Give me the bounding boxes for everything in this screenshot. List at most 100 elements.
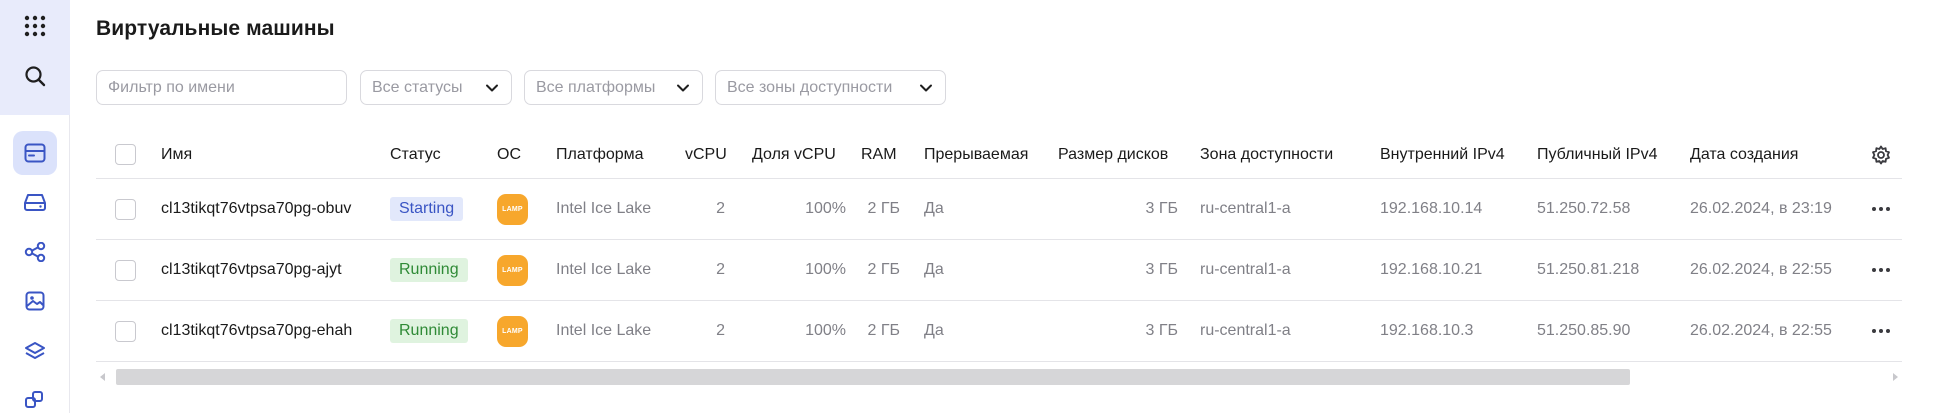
status-badge: Running xyxy=(390,258,468,282)
app-root: Виртуальные машины Все статусы Все платф… xyxy=(0,0,1936,413)
disk-icon xyxy=(24,194,46,211)
created-cell: 26.02.2024, в 22:55 xyxy=(1690,261,1832,278)
ram-cell: 2 ГБ xyxy=(867,261,900,278)
platform-filter-value: Все платформы xyxy=(536,78,656,96)
select-all-cell xyxy=(115,131,136,178)
gear-icon xyxy=(1872,145,1890,164)
zone-cell: ru-central1-a xyxy=(1200,200,1291,217)
col-header-internal-ip[interactable]: Внутренний IPv4 xyxy=(1380,131,1505,178)
chevron-down-icon xyxy=(677,84,689,92)
vm-name[interactable]: cl13tikqt76vtpsa70pg-obuv xyxy=(161,179,351,239)
apps-grid-button[interactable] xyxy=(13,4,57,48)
vcpu-share-cell: 100% xyxy=(805,322,846,339)
status-cell: Running xyxy=(390,240,468,300)
row-checkbox[interactable] xyxy=(115,259,136,281)
internal-ip-cell: 192.168.10.21 xyxy=(1380,261,1483,278)
lamp-icon: LAMP xyxy=(497,193,528,225)
table-row[interactable]: cl13tikqt76vtpsa70pg-obuv Starting LAMP … xyxy=(96,179,1902,240)
col-header-disk-size[interactable]: Размер дисков xyxy=(1058,131,1168,178)
name-filter-input[interactable] xyxy=(96,70,347,105)
row-select-cell xyxy=(115,179,136,239)
ram-cell: 2 ГБ xyxy=(867,322,900,339)
preemptible-cell: Да xyxy=(924,322,944,339)
main-content: Виртуальные машины Все статусы Все платф… xyxy=(96,0,1936,413)
platform-cell: Intel Ice Lake xyxy=(556,200,652,217)
preemptible-cell: Да xyxy=(924,200,944,217)
status-cell: Starting xyxy=(390,179,464,239)
zone-cell: ru-central1-a xyxy=(1200,261,1291,278)
created-cell: 26.02.2024, в 23:19 xyxy=(1690,200,1832,217)
vm-name[interactable]: cl13tikqt76vtpsa70pg-ehah xyxy=(161,301,352,361)
public-ip-cell: 51.250.81.218 xyxy=(1537,261,1640,278)
zone-filter-value: Все зоны доступности xyxy=(727,78,893,96)
public-ip-cell: 51.250.85.90 xyxy=(1537,322,1631,339)
rail-item-cubes[interactable] xyxy=(13,378,57,413)
col-header-name[interactable]: Имя xyxy=(161,131,192,178)
search-button[interactable] xyxy=(13,54,57,98)
platform-cell: Intel Ice Lake xyxy=(556,322,652,339)
select-all-checkbox[interactable] xyxy=(115,144,136,165)
col-header-created[interactable]: Дата создания xyxy=(1690,131,1798,178)
rail-item-images[interactable] xyxy=(13,279,57,323)
vcpu-cell: 2 xyxy=(716,322,725,339)
platform-filter-select[interactable]: Все платформы xyxy=(524,70,703,105)
col-header-vcpu[interactable]: vCPU xyxy=(685,131,727,178)
os-cell: LAMP xyxy=(497,240,528,300)
zone-filter-select[interactable]: Все зоны доступности xyxy=(715,70,946,105)
rail-item-layers[interactable] xyxy=(13,329,57,373)
disk-size-cell: 3 ГБ xyxy=(1145,322,1178,339)
public-ip-cell: 51.250.72.58 xyxy=(1537,200,1631,217)
zone-cell: ru-central1-a xyxy=(1200,322,1291,339)
internal-ip-cell: 192.168.10.3 xyxy=(1380,322,1474,339)
vcpu-cell: 2 xyxy=(716,200,725,217)
disk-size-cell: 3 ГБ xyxy=(1145,200,1178,217)
col-header-vcpu-share[interactable]: Доля vCPU xyxy=(752,131,836,178)
page-title: Виртуальные машины xyxy=(96,17,335,40)
platform-cell: Intel Ice Lake xyxy=(556,261,652,278)
row-menu-button[interactable] xyxy=(1872,301,1890,361)
col-header-public-ip[interactable]: Публичный IPv4 xyxy=(1537,131,1657,178)
cubes-icon xyxy=(25,391,43,408)
table-row[interactable]: cl13tikqt76vtpsa70pg-ajyt Running LAMP I… xyxy=(96,240,1902,301)
rail-item-compute[interactable] xyxy=(13,131,57,175)
rail-item-network[interactable] xyxy=(13,230,57,274)
col-header-preemptible[interactable]: Прерываемая xyxy=(924,131,1028,178)
scrollbar-thumb[interactable] xyxy=(116,369,1630,385)
vcpu-share-cell: 100% xyxy=(805,200,846,217)
col-header-ram[interactable]: RAM xyxy=(861,131,897,178)
os-cell: LAMP xyxy=(497,301,528,361)
vcpu-cell: 2 xyxy=(716,261,725,278)
scroll-right-arrow[interactable] xyxy=(1893,373,1898,381)
col-header-status[interactable]: Статус xyxy=(390,131,441,178)
lamp-icon: LAMP xyxy=(497,315,528,347)
col-header-os[interactable]: ОС xyxy=(497,131,521,178)
lamp-icon: LAMP xyxy=(497,254,528,286)
vm-table: Имя Статус ОС Платформа vCPU Доля vCPU R… xyxy=(96,131,1902,362)
row-checkbox[interactable] xyxy=(115,198,136,220)
col-header-platform[interactable]: Платформа xyxy=(556,131,644,178)
apps-grid-icon xyxy=(24,15,46,37)
status-filter-value: Все статусы xyxy=(372,78,463,96)
row-menu-button[interactable] xyxy=(1872,240,1890,300)
created-cell: 26.02.2024, в 22:55 xyxy=(1690,322,1832,339)
more-icon xyxy=(1872,207,1890,211)
internal-ip-cell: 192.168.10.14 xyxy=(1380,200,1483,217)
network-icon xyxy=(24,242,46,262)
row-menu-button[interactable] xyxy=(1872,179,1890,239)
scroll-left-arrow[interactable] xyxy=(100,373,105,381)
search-icon xyxy=(25,66,46,87)
table-settings-button[interactable] xyxy=(1871,131,1891,178)
preemptible-cell: Да xyxy=(924,261,944,278)
rail-item-disks[interactable] xyxy=(13,180,57,224)
status-filter-select[interactable]: Все статусы xyxy=(360,70,512,105)
more-icon xyxy=(1872,268,1890,272)
row-select-cell xyxy=(115,240,136,300)
row-select-cell xyxy=(115,301,136,361)
table-row[interactable]: cl13tikqt76vtpsa70pg-ehah Running LAMP I… xyxy=(96,301,1902,362)
row-checkbox[interactable] xyxy=(115,320,136,342)
vm-name[interactable]: cl13tikqt76vtpsa70pg-ajyt xyxy=(161,240,342,300)
horizontal-scrollbar[interactable] xyxy=(96,369,1902,385)
col-header-zone[interactable]: Зона доступности xyxy=(1200,131,1333,178)
image-icon xyxy=(25,291,45,311)
compute-icon xyxy=(24,143,46,163)
